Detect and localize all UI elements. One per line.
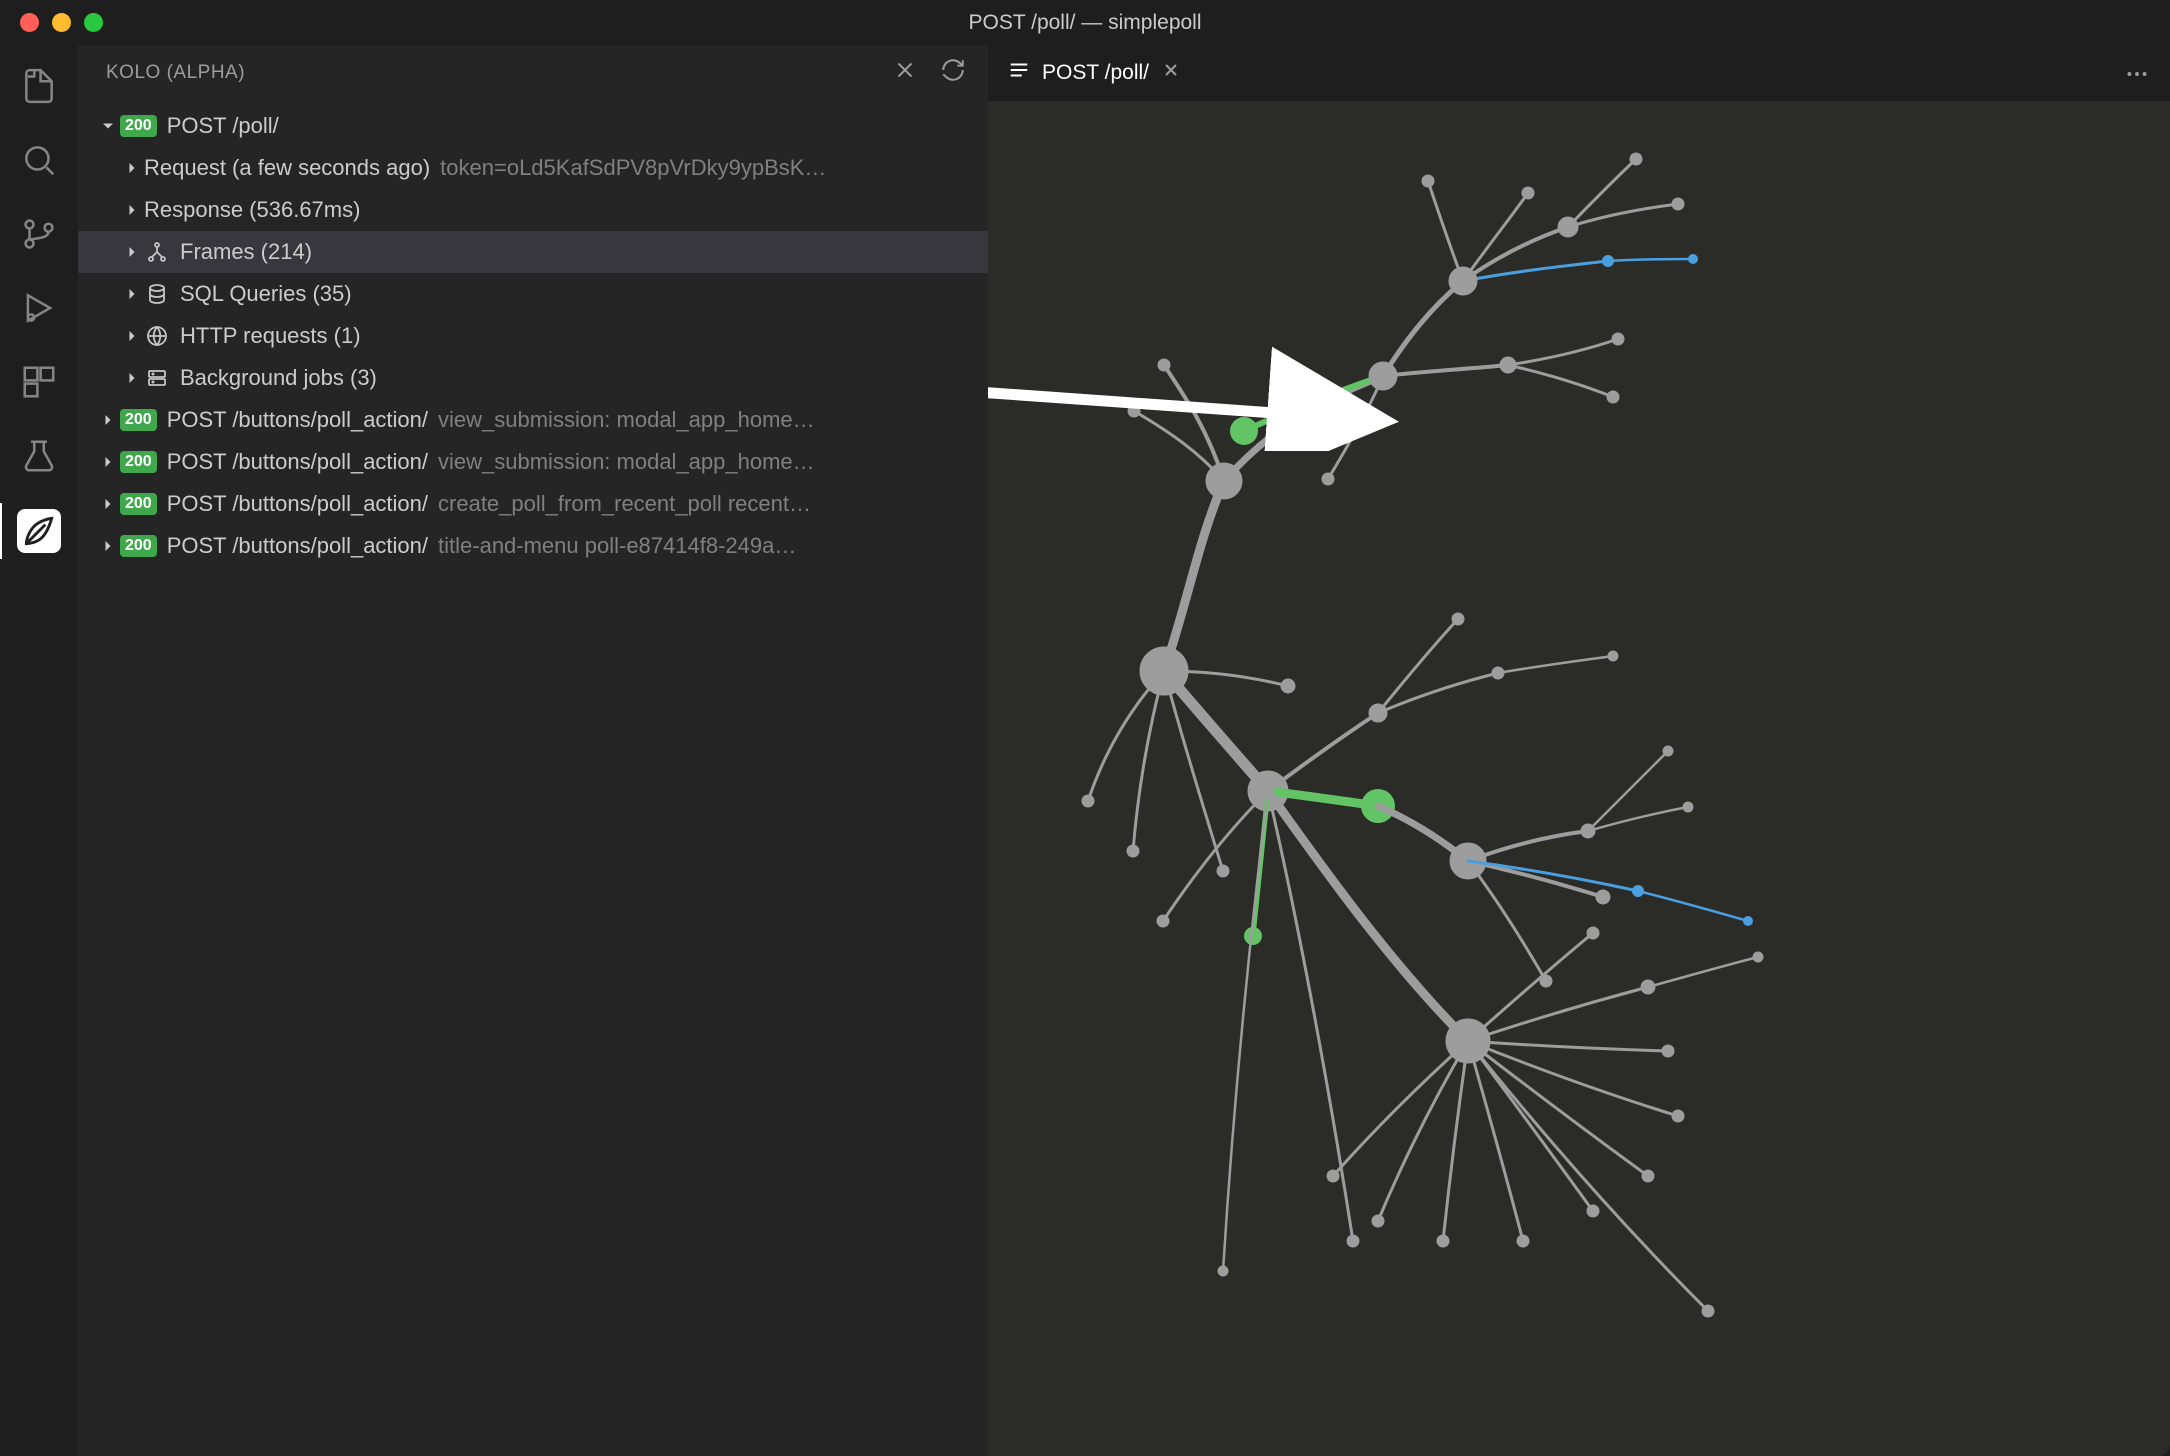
extensions-activity[interactable] xyxy=(18,361,60,403)
trace-row[interactable]: 200 POST /buttons/poll_action/ view_subm… xyxy=(78,399,988,441)
frames-visualization[interactable] xyxy=(988,101,2170,1456)
status-badge: 200 xyxy=(120,535,157,557)
source-control-activity[interactable] xyxy=(18,213,60,255)
globe-icon xyxy=(144,323,170,349)
trace-row[interactable]: 200 POST /buttons/poll_action/ view_subm… xyxy=(78,441,988,483)
chevron-right-icon xyxy=(96,450,120,474)
chevron-right-icon xyxy=(120,198,144,222)
tree-item-response[interactable]: Response (536.67ms) xyxy=(78,189,988,231)
chevron-right-icon xyxy=(120,324,144,348)
tree-item-request[interactable]: Request (a few seconds ago) token=oLd5Ka… xyxy=(78,147,988,189)
refresh-icon xyxy=(940,57,966,83)
tab-label: POST /poll/ xyxy=(1042,61,1149,85)
maximize-window-button[interactable] xyxy=(84,13,103,32)
editor-area: POST /poll/ xyxy=(988,45,2170,1456)
chevron-down-icon xyxy=(96,114,120,138)
chevron-right-icon xyxy=(120,240,144,264)
search-icon xyxy=(20,141,58,179)
trace-row[interactable]: 200 POST /buttons/poll_action/ create_po… xyxy=(78,483,988,525)
close-icon xyxy=(892,57,918,83)
status-badge: 200 xyxy=(120,409,157,431)
call-graph xyxy=(988,101,2168,1456)
hierarchy-icon xyxy=(144,239,170,265)
explorer-activity[interactable] xyxy=(18,65,60,107)
trace-tree: 200 POST /poll/ Request (a few seconds a… xyxy=(78,101,988,1456)
branch-icon xyxy=(20,215,58,253)
clear-button[interactable] xyxy=(892,57,918,89)
activity-bar xyxy=(0,45,78,1456)
chevron-right-icon xyxy=(120,282,144,306)
sidebar-panel: KOLO (ALPHA) 200 POST / xyxy=(78,45,988,1456)
server-icon xyxy=(144,365,170,391)
preview-icon xyxy=(1008,59,1030,87)
chevron-right-icon xyxy=(96,534,120,558)
status-badge: 200 xyxy=(120,493,157,515)
chevron-right-icon xyxy=(120,156,144,180)
sidebar-title: KOLO (ALPHA) xyxy=(106,62,245,84)
ellipsis-icon xyxy=(2124,61,2150,87)
status-badge: 200 xyxy=(120,115,157,137)
window-title: POST /poll/ — simplepoll xyxy=(968,11,1201,35)
chevron-right-icon xyxy=(96,492,120,516)
database-icon xyxy=(144,281,170,307)
close-icon xyxy=(1161,60,1181,80)
editor-more-button[interactable] xyxy=(2124,61,2150,92)
refresh-button[interactable] xyxy=(940,57,966,89)
title-bar: POST /poll/ — simplepoll xyxy=(0,0,2170,45)
chevron-right-icon xyxy=(96,408,120,432)
tree-item-frames[interactable]: Frames (214) xyxy=(78,231,988,273)
trace-root-label: POST /poll/ xyxy=(167,113,279,139)
testing-activity[interactable] xyxy=(18,435,60,477)
sidebar-header: KOLO (ALPHA) xyxy=(78,45,988,101)
tab-close-button[interactable] xyxy=(1161,60,1181,86)
tree-item-http[interactable]: HTTP requests (1) xyxy=(78,315,988,357)
trace-row[interactable]: 200 POST /buttons/poll_action/ title-and… xyxy=(78,525,988,567)
tree-item-sql[interactable]: SQL Queries (35) xyxy=(78,273,988,315)
search-activity[interactable] xyxy=(18,139,60,181)
run-debug-activity[interactable] xyxy=(18,287,60,329)
tree-item-background[interactable]: Background jobs (3) xyxy=(78,357,988,399)
beaker-icon xyxy=(20,437,58,475)
debug-icon xyxy=(20,289,58,327)
editor-tab-bar: POST /poll/ xyxy=(988,45,2170,101)
trace-root-row[interactable]: 200 POST /poll/ xyxy=(78,105,988,147)
window-controls xyxy=(20,13,103,32)
files-icon xyxy=(20,67,58,105)
close-window-button[interactable] xyxy=(20,13,39,32)
minimize-window-button[interactable] xyxy=(52,13,71,32)
kolo-activity[interactable] xyxy=(17,509,61,553)
feather-icon xyxy=(20,512,58,550)
extensions-icon xyxy=(20,363,58,401)
editor-tab[interactable]: POST /poll/ xyxy=(988,45,1201,101)
status-badge: 200 xyxy=(120,451,157,473)
chevron-right-icon xyxy=(120,366,144,390)
